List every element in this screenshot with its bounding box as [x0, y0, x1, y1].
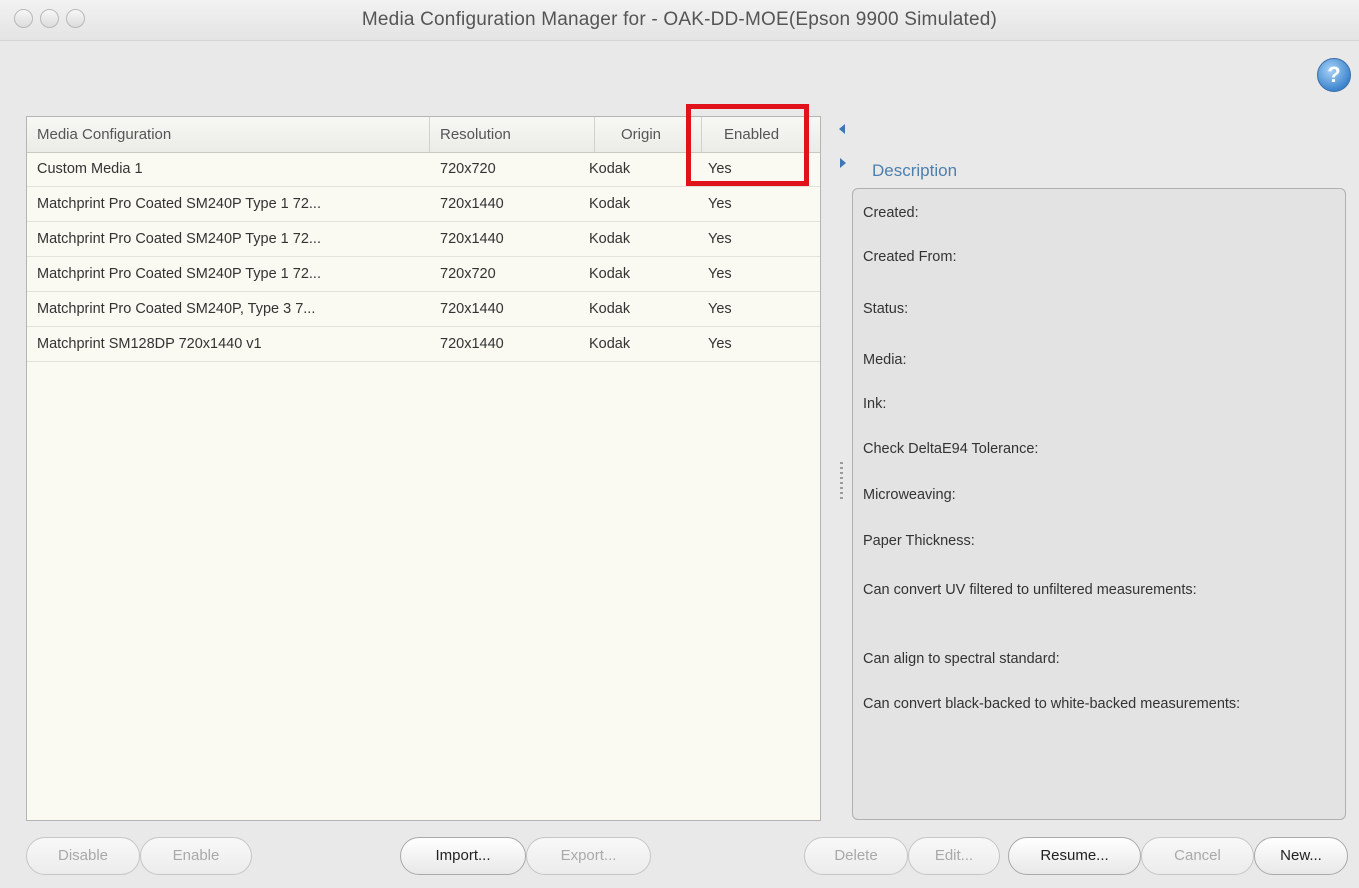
- column-header-enabled[interactable]: Enabled: [702, 117, 820, 152]
- ink-field: Ink:: [863, 396, 887, 412]
- origin-cell: Kodak: [589, 301, 631, 317]
- table-row[interactable]: Matchprint Pro Coated SM240P Type 1 72..…: [27, 222, 820, 257]
- table-row[interactable]: Matchprint Pro Coated SM240P Type 1 72..…: [27, 187, 820, 222]
- media-configuration-cell: Matchprint Pro Coated SM240P Type 1 72..…: [37, 196, 321, 212]
- microweaving-field: Microweaving:: [863, 487, 956, 503]
- column-header-media-configuration[interactable]: Media Configuration: [27, 117, 430, 152]
- created-from-field: Created From:: [863, 249, 957, 265]
- origin-cell: Kodak: [589, 336, 631, 352]
- enable-button[interactable]: Enable: [140, 837, 252, 875]
- collapse-left-arrow-icon[interactable]: [839, 124, 845, 134]
- title-bar: Media Configuration Manager for - OAK-DD…: [0, 0, 1359, 41]
- cancel-button[interactable]: Cancel: [1141, 837, 1254, 875]
- media-configuration-cell: Matchprint Pro Coated SM240P Type 1 72..…: [37, 231, 321, 247]
- created-field: Created:: [863, 205, 919, 221]
- spectral-standard-field: Can align to spectral standard:: [863, 651, 1060, 667]
- resume-button[interactable]: Resume...: [1008, 837, 1141, 875]
- enabled-cell: Yes: [708, 301, 732, 317]
- new-button[interactable]: New...: [1254, 837, 1348, 875]
- table-row[interactable]: Matchprint Pro Coated SM240P Type 1 72..…: [27, 257, 820, 292]
- deltae-tolerance-field: Check DeltaE94 Tolerance:: [863, 441, 1039, 457]
- enabled-cell: Yes: [708, 231, 732, 247]
- description-panel: Created: Created From: Status: Media: In…: [852, 188, 1346, 820]
- description-label: Description: [872, 161, 958, 180]
- media-configuration-table: Media Configuration Resolution Origin En…: [26, 116, 821, 821]
- enabled-cell: Yes: [708, 161, 732, 177]
- table-row[interactable]: Matchprint Pro Coated SM240P, Type 3 7..…: [27, 292, 820, 327]
- enabled-cell: Yes: [708, 196, 732, 212]
- status-field: Status:: [863, 301, 909, 317]
- enabled-cell: Yes: [708, 266, 732, 282]
- splitter-grip-icon[interactable]: [840, 462, 843, 500]
- origin-cell: Kodak: [589, 231, 631, 247]
- uv-filter-conversion-field: Can convert UV filtered to unfiltered me…: [863, 582, 1197, 598]
- resolution-cell: 720x720: [440, 266, 496, 282]
- origin-cell: Kodak: [589, 161, 631, 177]
- expand-right-arrow-icon[interactable]: [840, 158, 846, 168]
- backing-conversion-field: Can convert black-backed to white-backed…: [863, 696, 1241, 712]
- resolution-cell: 720x1440: [440, 336, 504, 352]
- edit-button[interactable]: Edit...: [908, 837, 1000, 875]
- resolution-cell: 720x720: [440, 161, 496, 177]
- column-header-resolution[interactable]: Resolution: [430, 117, 595, 152]
- table-row[interactable]: Matchprint SM128DP 720x1440 v1 720x1440 …: [27, 327, 820, 362]
- resolution-cell: 720x1440: [440, 196, 504, 212]
- table-header: Media Configuration Resolution Origin En…: [27, 117, 820, 153]
- delete-button[interactable]: Delete: [804, 837, 908, 875]
- disable-button[interactable]: Disable: [26, 837, 140, 875]
- help-icon[interactable]: ?: [1317, 58, 1351, 92]
- table-row[interactable]: Custom Media 1 720x720 Kodak Yes: [27, 152, 820, 187]
- enabled-cell: Yes: [708, 336, 732, 352]
- media-configuration-cell: Custom Media 1: [37, 161, 143, 177]
- resolution-cell: 720x1440: [440, 231, 504, 247]
- window-title: Media Configuration Manager for - OAK-DD…: [361, 9, 998, 30]
- resolution-cell: 720x1440: [440, 301, 504, 317]
- media-configuration-cell: Matchprint Pro Coated SM240P, Type 3 7..…: [37, 301, 316, 317]
- media-configuration-cell: Matchprint SM128DP 720x1440 v1: [37, 336, 262, 352]
- paper-thickness-field: Paper Thickness:: [863, 533, 975, 549]
- origin-cell: Kodak: [589, 196, 631, 212]
- column-header-origin[interactable]: Origin: [595, 117, 702, 152]
- import-button[interactable]: Import...: [400, 837, 526, 875]
- media-field: Media:: [863, 352, 907, 368]
- export-button[interactable]: Export...: [526, 837, 651, 875]
- media-configuration-cell: Matchprint Pro Coated SM240P Type 1 72..…: [37, 266, 321, 282]
- origin-cell: Kodak: [589, 266, 631, 282]
